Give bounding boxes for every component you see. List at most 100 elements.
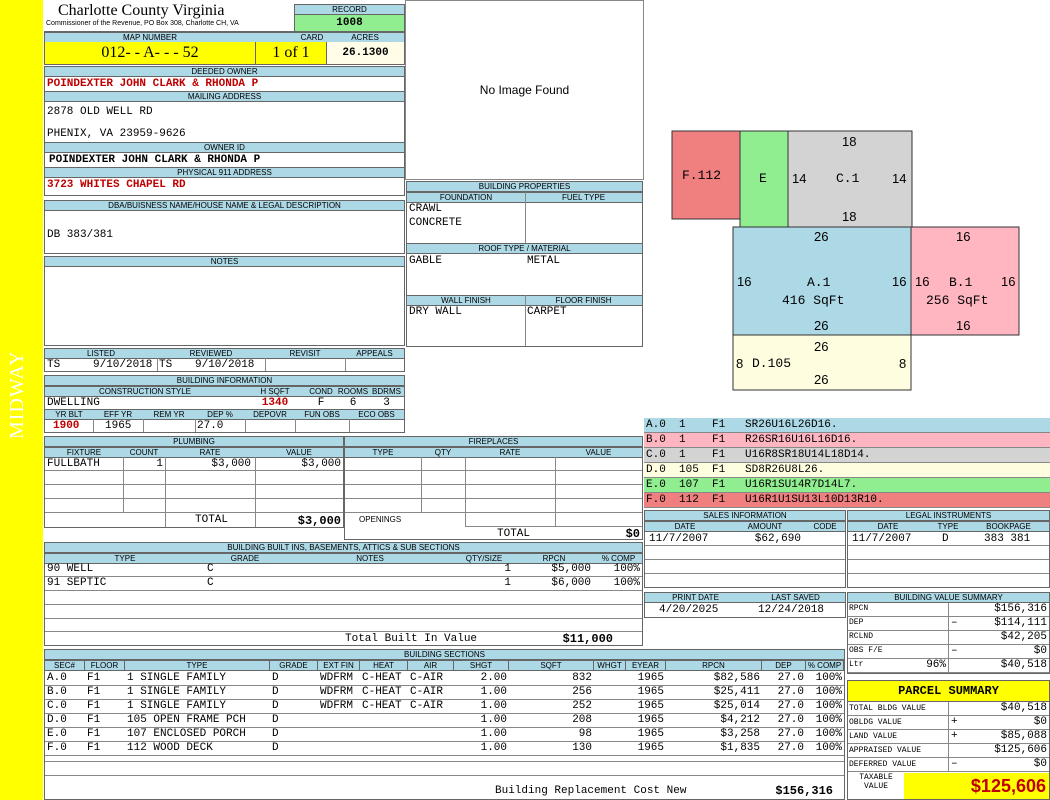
parcel-summary-value: $85,088 bbox=[1000, 730, 1047, 742]
section-cell: 1.00 bbox=[480, 714, 507, 726]
parcel-summary-label: TOTAL BLDG VALUE bbox=[849, 704, 926, 713]
section-col-header: EXT FIN bbox=[318, 660, 360, 671]
section-row: B.0 F1 1 SINGLE FAMILY D WDFRM C-HEAT C-AIR 1.0… bbox=[45, 685, 844, 699]
sketch-label-b: B.1 bbox=[949, 275, 973, 290]
value-summary-row: RPCN $156,316 bbox=[848, 603, 1049, 617]
section-cell: $1,835 bbox=[720, 742, 760, 754]
mailing-line-2: PHENIX, VA 23959-9626 bbox=[47, 128, 186, 140]
deeded-owner-label: DEEDED OWNER bbox=[45, 67, 404, 77]
effyr-value: 1965 bbox=[105, 420, 132, 432]
section-cell: D bbox=[272, 742, 279, 754]
section-cell: 1.00 bbox=[480, 728, 507, 740]
builtins-row-2-qty: 1 bbox=[504, 577, 511, 589]
sales-col-code: CODE bbox=[805, 521, 845, 532]
section-cell: 208 bbox=[572, 714, 592, 726]
legal-col-date: DATE bbox=[848, 521, 928, 532]
notes-panel: NOTES bbox=[44, 256, 405, 346]
section-col-header: SHGT bbox=[454, 660, 509, 671]
legal-row-type: D bbox=[942, 533, 949, 545]
section-col-header: FLOOR bbox=[85, 660, 125, 671]
dep-value: 27.0 bbox=[197, 420, 224, 432]
mailing-line-1: 2878 OLD WELL RD bbox=[47, 106, 153, 118]
ecoobs-label: ECO OBS bbox=[349, 409, 404, 420]
section-cell: D bbox=[272, 700, 279, 712]
section-cell: $4,212 bbox=[720, 714, 760, 726]
section-cell: E.0 bbox=[47, 728, 67, 740]
section-cell: $82,586 bbox=[713, 672, 760, 684]
plumbing-col-rate: RATE bbox=[165, 447, 255, 458]
section-cell: F.0 bbox=[47, 742, 67, 754]
dim-a-top: 26 bbox=[814, 229, 828, 244]
rooms-value: 6 bbox=[349, 397, 357, 409]
taxable-label-line2: VALUE bbox=[863, 782, 888, 791]
listed-by: TS bbox=[47, 359, 61, 371]
section-cell: 832 bbox=[572, 672, 592, 684]
section-cell: F1 bbox=[87, 742, 101, 754]
value-summary-label: Ltr bbox=[849, 660, 864, 669]
section-col-header: TYPE bbox=[125, 660, 270, 671]
builtins-row-1-rpcn: $5,000 bbox=[551, 563, 591, 575]
parcel-summary-label: APPRAISED VALUE bbox=[849, 746, 922, 755]
section-cell: D.0 bbox=[47, 714, 67, 726]
legend-row: B.0 1 F1 R26SR16U16L16D16. bbox=[644, 433, 1050, 448]
card-value: 1 of 1 bbox=[255, 42, 326, 64]
no-image-text: No Image Found bbox=[479, 83, 570, 97]
revisit-label: REVISIT bbox=[265, 349, 345, 359]
legal-title: LEGAL INSTRUMENTS bbox=[848, 511, 1049, 521]
review-panel: LISTED REVIEWED REVISIT APPEALS TS 9/10/… bbox=[44, 348, 405, 372]
section-cell: 2.00 bbox=[480, 672, 507, 684]
section-cell: F1 bbox=[87, 714, 101, 726]
value-summary-sign: – bbox=[951, 645, 958, 657]
section-cell: 1.00 bbox=[480, 686, 507, 698]
legend-row: E.0 107 F1 U16R1SU14R7D14L7. bbox=[644, 478, 1050, 493]
parcel-summary-row: APPRAISED VALUE $125,606 bbox=[848, 744, 1049, 758]
section-cell: 100% bbox=[815, 672, 842, 684]
section-cell: D bbox=[272, 672, 279, 684]
notes-label: NOTES bbox=[45, 257, 404, 267]
sales-title: SALES INFORMATION bbox=[645, 511, 845, 521]
parcel-summary-title: PARCEL SUMMARY bbox=[848, 681, 1049, 702]
value-summary-value: $0 bbox=[1033, 645, 1047, 657]
section-cell: WDFRM bbox=[320, 686, 354, 698]
foundation-value-2: CONCRETE bbox=[409, 217, 462, 229]
section-col-header: DEP bbox=[762, 660, 806, 671]
section-cell: WDFRM bbox=[320, 672, 354, 684]
reviewed-by: TS bbox=[159, 359, 173, 371]
funobs-label: FUN OBS bbox=[295, 409, 349, 420]
building-properties-title: BUILDING PROPERTIES bbox=[407, 182, 642, 192]
building-sections-title: BUILDING SECTIONS bbox=[45, 650, 844, 660]
building-sections-panel: BUILDING SECTIONS SEC# FLOOR TYPE GRADE EXT … bbox=[44, 649, 845, 800]
builtins-row-2-rpcn: $6,000 bbox=[551, 577, 591, 589]
section-cell: 1965 bbox=[637, 728, 664, 740]
section-row: C.0 F1 1 SINGLE FAMILY D WDFRM C-HEAT C-AIR 1.0… bbox=[45, 699, 844, 713]
plumbing-panel: PLUMBING FIXTURE COUNT RATE VALUE FULLBA… bbox=[44, 436, 344, 528]
value-summary-label: OBS F/E bbox=[849, 646, 883, 655]
section-cell: $25,411 bbox=[713, 686, 760, 698]
section-col-header: SQFT bbox=[509, 660, 594, 671]
parcel-summary-sign: + bbox=[951, 730, 958, 742]
section-cell: 1965 bbox=[637, 714, 664, 726]
builtins-col-grade: GRADE bbox=[205, 553, 285, 564]
sales-col-date: DATE bbox=[645, 521, 725, 532]
dim-c-bottom: 18 bbox=[842, 209, 856, 224]
legend-row: A.0 1 F1 SR26U16L26D16. bbox=[644, 418, 1050, 433]
fireplace-col-value: VALUE bbox=[555, 447, 642, 458]
dim-c-top: 18 bbox=[842, 134, 856, 149]
foundation-value-1: CRAWL bbox=[409, 203, 443, 215]
fireplace-total-label: TOTAL bbox=[497, 528, 531, 540]
section-cell: 1 SINGLE FAMILY bbox=[127, 672, 227, 684]
fireplaces-title: FIREPLACES bbox=[345, 437, 642, 447]
parcel-summary-value: $0 bbox=[1033, 758, 1047, 770]
hsqft-label: H SQFT bbox=[245, 386, 305, 397]
section-cell: C-AIR bbox=[410, 672, 444, 684]
sketch-label-d: D.105 bbox=[752, 356, 791, 371]
section-cell: 105 OPEN FRAME PCH bbox=[127, 714, 246, 726]
section-row: D.0 F1 105 OPEN FRAME PCH D 1.00 208 1965 $4,21… bbox=[45, 713, 844, 727]
hsqft-value: 1340 bbox=[261, 397, 289, 409]
depovr-label: DEPOVR bbox=[245, 409, 295, 420]
builtins-row-2-comp: 100% bbox=[613, 577, 640, 589]
dba-label: DBA/BUISNESS NAME/HOUSE NAME & LEGAL DES… bbox=[45, 201, 404, 211]
plumbing-row-value: $3,000 bbox=[301, 458, 341, 470]
cond-label: COND bbox=[305, 386, 337, 397]
section-cell: A.0 bbox=[47, 672, 67, 684]
